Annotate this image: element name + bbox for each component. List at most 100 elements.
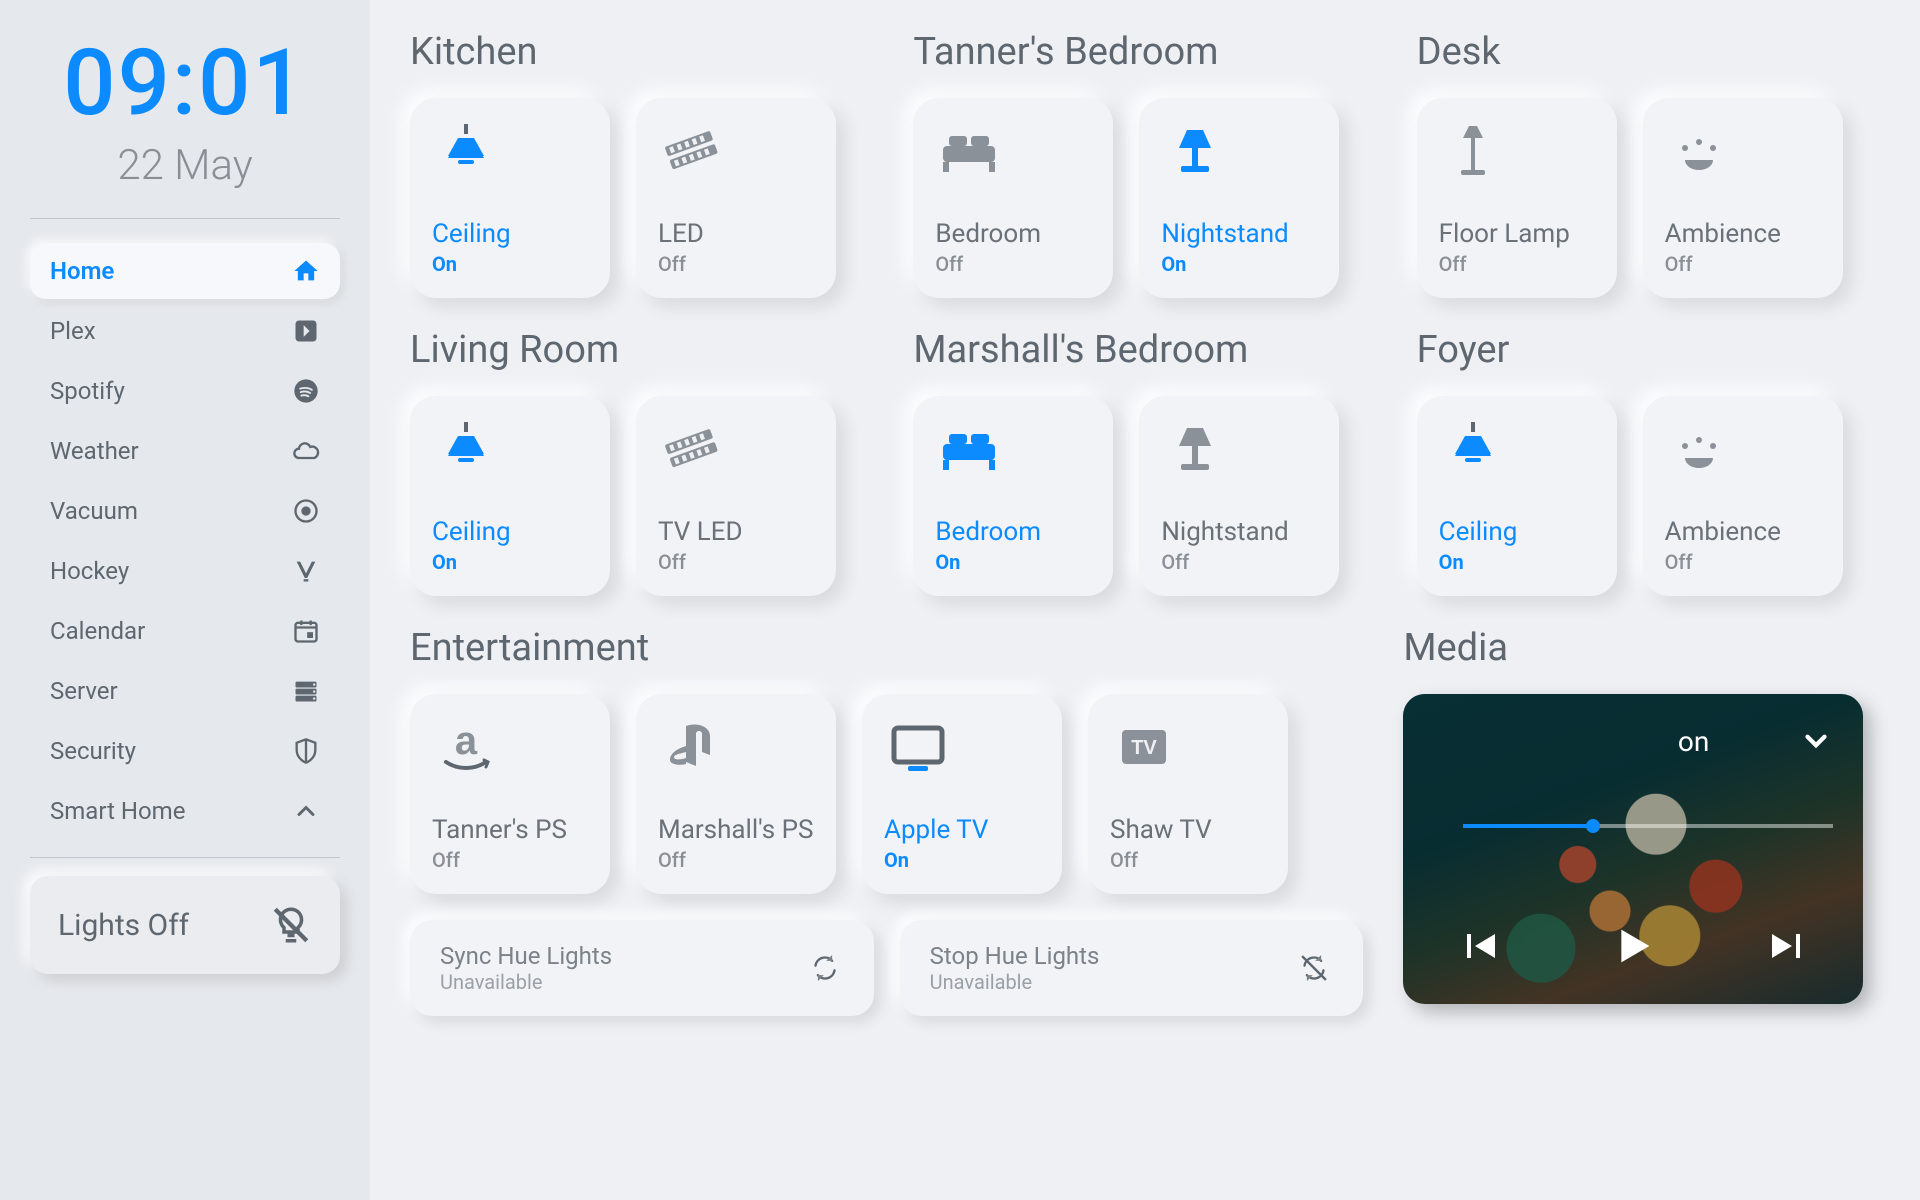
nav-item-server[interactable]: Server xyxy=(30,663,340,719)
nav-label: Calendar xyxy=(50,617,145,645)
tile-name: Shaw TV xyxy=(1110,816,1266,846)
nav-item-plex[interactable]: Plex xyxy=(30,303,340,359)
device-tile[interactable]: Tanner's PS Off xyxy=(410,694,610,894)
nav-item-weather[interactable]: Weather xyxy=(30,423,340,479)
tile-state: Off xyxy=(658,848,814,872)
media-now-playing-fragment: on xyxy=(1678,725,1709,758)
calendar-icon xyxy=(292,617,320,645)
tile-state: On xyxy=(935,550,1091,574)
nav: Home Plex Spotify Weather Vacuum Hockey … xyxy=(30,243,340,839)
tile-name: Marshall's PS xyxy=(658,816,814,846)
tile-name: Nightstand xyxy=(1161,220,1317,250)
tile-name: Tanner's PS xyxy=(432,816,588,846)
nav-item-home[interactable]: Home xyxy=(30,243,340,299)
ceiling-light-icon xyxy=(432,418,500,482)
hue-subtitle: Unavailable xyxy=(930,970,1100,994)
tile-state: Off xyxy=(1110,848,1266,872)
cloud-icon xyxy=(292,437,320,465)
ceiling-light-icon xyxy=(432,120,500,184)
device-tile[interactable]: TV LED Off xyxy=(636,396,836,596)
room-title: Living Room xyxy=(410,328,873,372)
filmstrip-icon xyxy=(658,418,726,482)
nav-label: Weather xyxy=(50,437,139,465)
spotify-icon xyxy=(292,377,320,405)
device-tile[interactable]: Bedroom Off xyxy=(913,98,1113,298)
lightbulb-off-icon xyxy=(270,904,312,946)
nav-label: Server xyxy=(50,677,118,705)
filmstrip-icon xyxy=(658,120,726,184)
divider xyxy=(30,857,340,858)
tile-state: Off xyxy=(658,252,814,276)
media-play-button[interactable] xyxy=(1605,918,1661,974)
hue-row: Sync Hue Lights Unavailable Stop Hue Lig… xyxy=(410,920,1363,1016)
device-tile[interactable]: Ambience Off xyxy=(1643,396,1843,596)
tile-name: Ambience xyxy=(1665,518,1821,548)
nav-label: Plex xyxy=(50,317,96,345)
device-tile[interactable]: Ambience Off xyxy=(1643,98,1843,298)
nav-item-vacuum[interactable]: Vacuum xyxy=(30,483,340,539)
device-tile[interactable]: Marshall's PS Off xyxy=(636,694,836,894)
tile-state: On xyxy=(1161,252,1317,276)
tile-state: Off xyxy=(1665,252,1821,276)
device-tile[interactable]: LED Off xyxy=(636,98,836,298)
table-lamp-icon xyxy=(1161,120,1229,184)
floor-lamp-icon xyxy=(1439,120,1507,184)
room-title: Kitchen xyxy=(410,30,873,74)
home-icon xyxy=(292,257,320,285)
room-section: Living Room Ceiling On TV LED Off xyxy=(410,328,873,596)
media-previous-button[interactable] xyxy=(1455,922,1503,970)
sync-icon xyxy=(806,949,844,987)
device-tile[interactable]: Nightstand Off xyxy=(1139,396,1339,596)
tile-state: Off xyxy=(432,848,588,872)
tile-state: Off xyxy=(1439,252,1595,276)
tile-name: Ceiling xyxy=(1439,518,1595,548)
nav-item-calendar[interactable]: Calendar xyxy=(30,603,340,659)
device-tile[interactable]: Shaw TV Off xyxy=(1088,694,1288,894)
ambience-icon xyxy=(1665,418,1733,482)
nav-label: Hockey xyxy=(50,557,129,585)
device-tile[interactable]: Ceiling On xyxy=(410,98,610,298)
lights-off-label: Lights Off xyxy=(58,908,189,943)
device-tile[interactable]: Ceiling On xyxy=(410,396,610,596)
device-tile[interactable]: Bedroom On xyxy=(913,396,1113,596)
hue-button[interactable]: Stop Hue Lights Unavailable xyxy=(900,920,1364,1016)
media-next-button[interactable] xyxy=(1764,922,1812,970)
lights-off-button[interactable]: Lights Off xyxy=(30,876,340,974)
room-section: Marshall's Bedroom Bedroom On Nightstand… xyxy=(913,328,1376,596)
device-tile[interactable]: Apple TV On xyxy=(862,694,1062,894)
section-title-media: Media xyxy=(1403,626,1880,670)
nav-label: Spotify xyxy=(50,377,125,405)
nav-item-spotify[interactable]: Spotify xyxy=(30,363,340,419)
nav-item-security[interactable]: Security xyxy=(30,723,340,779)
nav-label: Security xyxy=(50,737,136,765)
media-player-card[interactable]: on xyxy=(1403,694,1863,1004)
room-section: Kitchen Ceiling On LED Off xyxy=(410,30,873,298)
entertainment-section: Entertainment Tanner's PS Off Marshall's… xyxy=(410,626,1363,1016)
device-tile[interactable]: Nightstand On xyxy=(1139,98,1339,298)
server-icon xyxy=(292,677,320,705)
tile-name: Ambience xyxy=(1665,220,1821,250)
room-title: Foyer xyxy=(1417,328,1880,372)
chevron-down-icon[interactable] xyxy=(1799,724,1833,758)
bed-icon xyxy=(935,120,1003,184)
media-progress-bar[interactable] xyxy=(1463,824,1833,828)
hue-button[interactable]: Sync Hue Lights Unavailable xyxy=(410,920,874,1016)
sync-off-icon xyxy=(1295,949,1333,987)
media-section: Media on xyxy=(1403,626,1880,1016)
nav-item-hockey[interactable]: Hockey xyxy=(30,543,340,599)
tile-name: Nightstand xyxy=(1161,518,1317,548)
tile-name: Ceiling xyxy=(432,220,588,250)
target-icon xyxy=(292,497,320,525)
chevron-up-icon xyxy=(292,797,320,825)
nav-label: Smart Home xyxy=(50,797,185,825)
bed-icon xyxy=(935,418,1003,482)
device-tile[interactable]: Ceiling On xyxy=(1417,396,1617,596)
entertainment-tiles: Tanner's PS Off Marshall's PS Off Apple … xyxy=(410,694,1363,894)
sidebar: 09:01 22 May Home Plex Spotify Weather V… xyxy=(0,0,370,1200)
room-section: Foyer Ceiling On Ambience Off xyxy=(1417,328,1880,596)
nav-item-smart-home[interactable]: Smart Home xyxy=(30,783,340,839)
section-title-entertainment: Entertainment xyxy=(410,626,1363,670)
tile-name: Ceiling xyxy=(432,518,588,548)
device-tile[interactable]: Floor Lamp Off xyxy=(1417,98,1617,298)
hue-title: Sync Hue Lights xyxy=(440,942,612,970)
